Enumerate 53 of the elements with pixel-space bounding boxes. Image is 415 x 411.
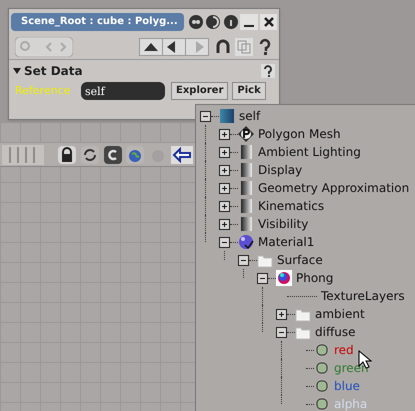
minimize-icon[interactable] xyxy=(240,14,258,30)
help-icon[interactable] xyxy=(261,64,275,78)
pick-button[interactable]: Pick xyxy=(232,82,266,100)
refresh-icon[interactable] xyxy=(80,144,100,164)
reference-field[interactable]: self xyxy=(81,82,165,100)
close-icon[interactable] xyxy=(260,14,278,30)
help-icon[interactable] xyxy=(257,38,273,56)
tree-item[interactable]: Geometry Approximation xyxy=(258,179,410,197)
gradient-square-icon xyxy=(238,162,254,178)
back-arrow-icon[interactable] xyxy=(171,144,193,164)
magnet-icon[interactable] xyxy=(215,38,231,54)
tree-item[interactable]: Surface xyxy=(277,251,323,269)
mask-icon[interactable] xyxy=(188,14,204,30)
tree-item[interactable]: ambient xyxy=(315,305,365,323)
collapse-icon[interactable] xyxy=(276,326,287,338)
globe-icon[interactable] xyxy=(125,144,146,164)
expand-icon[interactable] xyxy=(219,182,230,194)
tree-item[interactable]: Polygon Mesh xyxy=(258,125,341,143)
window-title: Scene_Root : cube : Polyg... xyxy=(11,13,184,31)
reference-label: Reference xyxy=(15,82,72,99)
tree-item[interactable]: TextureLayers xyxy=(321,287,405,305)
tree-item[interactable]: Ambient Lighting xyxy=(258,143,361,161)
tree-item[interactable]: Display xyxy=(258,161,302,179)
tree-item[interactable]: self xyxy=(239,107,260,125)
gradient-square-icon xyxy=(238,198,254,214)
tree-item[interactable]: diffuse xyxy=(315,323,356,341)
c-icon[interactable] xyxy=(102,144,122,164)
explorer-button[interactable]: Explorer xyxy=(171,82,228,100)
sphere-icon xyxy=(238,234,254,250)
tree-item[interactable]: Phong xyxy=(296,269,334,287)
expand-icon[interactable] xyxy=(219,128,230,140)
tree-item[interactable]: Kinematics xyxy=(258,197,324,215)
collapse-triangle-icon[interactable] xyxy=(13,67,21,75)
gradient-square-icon xyxy=(238,216,254,232)
expand-icon[interactable] xyxy=(276,308,287,320)
square-icon xyxy=(219,108,235,124)
expand-icon[interactable] xyxy=(219,200,230,212)
lock-icon[interactable] xyxy=(56,144,77,164)
gradient-square-icon xyxy=(238,180,254,196)
section-title: Set Data xyxy=(24,63,83,80)
collapse-icon[interactable] xyxy=(219,236,230,248)
collapse-icon[interactable] xyxy=(200,110,211,122)
collapse-icon[interactable] xyxy=(257,272,268,284)
tree-item[interactable]: Material1 xyxy=(258,233,314,251)
navigation-arrows-icon[interactable] xyxy=(139,38,209,56)
gradient-square-icon xyxy=(238,144,254,160)
expand-icon[interactable] xyxy=(219,146,230,158)
info-icon[interactable] xyxy=(222,14,238,30)
expand-icon[interactable] xyxy=(219,218,230,230)
tree-item[interactable]: Visibility xyxy=(258,215,308,233)
color-sphere-icon xyxy=(276,270,292,286)
expand-icon[interactable] xyxy=(219,164,230,176)
collapse-icon[interactable] xyxy=(238,254,249,266)
